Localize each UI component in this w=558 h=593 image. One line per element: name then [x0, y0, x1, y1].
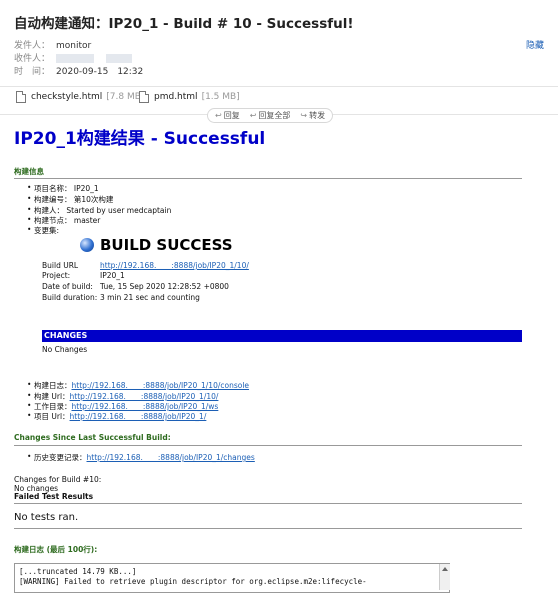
workspace-link[interactable]: http://192.168. :8888/job/IP20_1/ws — [72, 402, 219, 411]
duration-value: 3 min 21 sec and counting — [100, 293, 200, 302]
date-row: Date of build: Tue, 15 Sep 2020 12:28:52 … — [42, 282, 229, 291]
report-title: IP20_1构建结果 - Successful — [14, 129, 266, 149]
console-link[interactable]: http://192.168. :8888/job/IP20_1/10/cons… — [72, 381, 250, 390]
attachment-name[interactable]: pmd.html — [154, 92, 198, 102]
build-info-heading: 构建信息 — [14, 167, 44, 176]
failed-tests-heading: Failed Test Results — [14, 492, 94, 501]
from-label: 发件人： — [14, 41, 51, 51]
divider — [14, 445, 522, 446]
attachment-checkstyle[interactable]: checkstyle.html [7.8 MB] — [16, 91, 144, 103]
project-label: Project: — [42, 271, 71, 280]
link-label: 工作目录： — [34, 402, 72, 411]
link-item-console: 构建日志：http://192.168. :8888/job/IP20_1/10… — [27, 380, 250, 391]
attachment-pmd[interactable]: pmd.html [1.5 MB] — [139, 91, 240, 103]
forward-button[interactable]: ↪ 转发 — [300, 110, 325, 121]
history-link[interactable]: http://192.168. :8888/job/IP20_1/changes — [87, 453, 255, 462]
reply-all-icon: ↩ — [249, 111, 257, 120]
to-value-redacted-2[interactable] — [106, 54, 133, 63]
email-subject: 自动构建通知：IP20_1 - Build # 10 - Successful! — [14, 16, 354, 32]
link-label: 构建日志： — [34, 381, 72, 390]
scroll-up-arrow-icon[interactable] — [442, 567, 448, 571]
date-value: Tue, 15 Sep 2020 12:28:52 +0800 — [100, 282, 229, 291]
to-row: 收件人： — [14, 51, 133, 64]
build-url-row: Build URL http://192.168. :8888/job/IP20_… — [42, 260, 249, 271]
date-label: Date of build: — [42, 282, 93, 291]
history-label: 历史变更记录： — [34, 453, 87, 462]
list-item: 项目名称： IP20_1 — [27, 183, 99, 194]
from-value[interactable]: monitor — [56, 41, 91, 51]
changes-for-build: Changes for Build #10: — [14, 475, 102, 484]
attachment-name[interactable]: checkstyle.html — [31, 92, 102, 102]
no-changes-text: No Changes — [42, 345, 88, 354]
divider — [14, 503, 522, 504]
time-row: 时 间： 2020-09-15 12:32 — [14, 64, 143, 77]
attachment-size: [1.5 MB] — [201, 92, 240, 102]
log-line: [...truncated 14.79 KB...] — [19, 567, 137, 576]
project-row: Project: IP20_1 — [42, 271, 125, 280]
hide-details-link[interactable]: 隐藏 — [526, 38, 544, 51]
mail-action-toolbar: ↩ 回复 ↩ 回复全部 ↪ 转发 — [207, 108, 334, 123]
log-scrollbar[interactable] — [439, 564, 450, 590]
reply-icon: ↩ — [215, 111, 222, 120]
from-row: 发件人： monitor — [14, 38, 91, 51]
no-tests-text: No tests ran. — [14, 512, 79, 523]
divider — [0, 86, 558, 87]
project-url-link[interactable]: http://192.168. :8888/job/IP20_1/ — [70, 412, 207, 421]
build-url-label: Build URL — [42, 261, 79, 270]
build-success-text: BUILD SUCCESS — [100, 236, 233, 254]
reply-all-button[interactable]: ↩ 回复全部 — [250, 110, 291, 121]
divider — [14, 528, 522, 529]
time-value: 2020-09-15 12:32 — [56, 67, 144, 77]
project-value: IP20_1 — [100, 271, 125, 280]
file-icon — [16, 91, 26, 103]
link-label: 项目 Url： — [34, 412, 70, 421]
log-line: [WARNING] Failed to retrieve plugin desc… — [19, 577, 367, 586]
changes-bar: CHANGES — [42, 330, 522, 342]
duration-row: Build duration: 3 min 21 sec and counting — [42, 293, 200, 302]
history-item: 历史变更记录：http://192.168. :8888/job/IP20_1/… — [27, 452, 255, 463]
duration-label: Build duration: — [42, 293, 98, 302]
to-label: 收件人： — [14, 54, 51, 64]
build-success-banner: BUILD SUCCESS — [80, 236, 233, 254]
build-log-heading: 构建日志 (最后 100行): — [14, 545, 98, 554]
build-url-link[interactable]: http://192.168. :8888/job/IP20_1/10/ — [100, 261, 249, 270]
divider — [14, 178, 522, 179]
reply-button[interactable]: ↩ 回复 — [215, 110, 240, 121]
time-label: 时 间： — [14, 67, 51, 77]
list-item: 变更集: — [27, 225, 59, 236]
to-value-redacted[interactable] — [56, 54, 95, 63]
blue-ball-icon — [80, 238, 94, 252]
link-label: 构建 Url： — [34, 392, 70, 401]
build-url-link-2[interactable]: http://192.168. :8888/job/IP20_1/10/ — [70, 392, 219, 401]
forward-icon: ↪ — [300, 111, 308, 120]
file-icon — [139, 91, 149, 103]
list-item: 构建编号： 第10次构建 — [27, 194, 113, 205]
changes-since-heading: Changes Since Last Successful Build: — [14, 433, 171, 442]
link-item-project-url: 项目 Url：http://192.168. :8888/job/IP20_1/ — [27, 411, 207, 422]
